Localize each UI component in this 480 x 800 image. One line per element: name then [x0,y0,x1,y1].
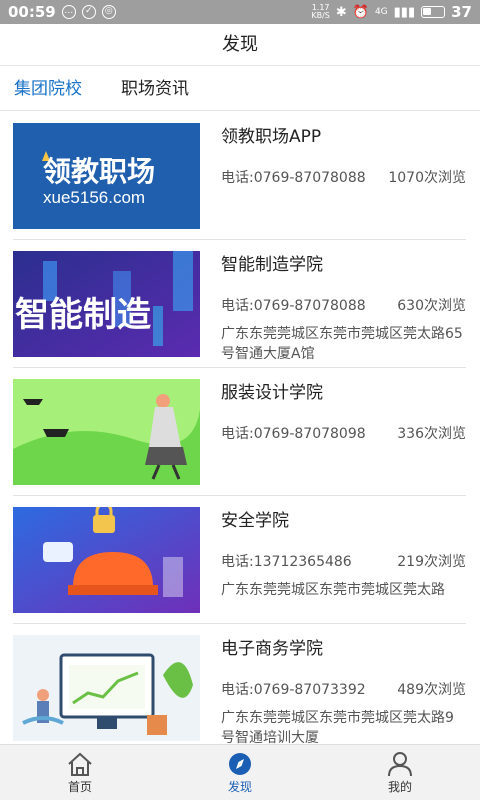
thumb-sub-text: xue5156.com [43,188,145,207]
item-title: 领教职场APP [221,127,322,147]
item-address: 广东东莞莞城区东莞市莞城区莞太路 [221,582,445,598]
bluetooth-icon: ✱ [335,4,347,20]
item-phone: 电话:13712365486 [221,554,352,570]
nav-discover[interactable]: 发现 [200,745,280,800]
smart-manufacturing-image: 智能制造 [13,251,200,357]
user-icon [388,752,412,777]
item-views: 489次浏览 [397,682,466,698]
item-views: 1070次浏览 [388,170,466,186]
item-phone: 电话:0769-87078088 [221,170,366,186]
item-thumbnail: 智能制造 [13,251,200,357]
tab-career-news[interactable]: 职场资讯 [121,67,189,111]
signal-icon: ▮▮▮ [393,4,416,20]
nav-discover-label: 发现 [227,780,252,794]
net-speed-unit: KB/S [311,11,330,20]
bottom-nav: 首页 发现 我的 [0,744,480,800]
thumb-main-text: 智能制造 [15,296,151,334]
home-icon [68,752,92,776]
item-views: 336次浏览 [397,426,466,442]
item-thumbnail [13,379,200,485]
nav-mine-label: 我的 [387,780,412,794]
item-title: 服装设计学院 [221,383,323,403]
list-item[interactable]: 服装设计学院 电话:0769-87078098 336次浏览 [0,368,480,496]
nav-mine[interactable]: 我的 [360,745,440,800]
page-title: 发现 [0,24,480,66]
ecommerce-image [13,635,200,741]
nav-home-label: 首页 [67,780,92,794]
item-views: 630次浏览 [397,298,466,314]
message-notification-icon: … [61,5,76,19]
item-title: 安全学院 [221,511,289,531]
status-bar: 00:59 … ✓ ◎ 1.17 KB/S ✱ ⏰ 4G ▮▮▮ 37 [0,0,480,24]
battery-level: 37 [451,3,472,21]
hotspot-notification-icon: ◎ [101,5,116,19]
tab-bar: 集团院校 职场资讯 [0,67,480,111]
status-time: 00:59 [8,3,56,21]
check-notification-icon: ✓ [81,5,96,19]
item-views: 219次浏览 [397,554,466,570]
battery-icon [421,6,446,18]
status-right: 1.17 KB/S ✱ ⏰ 4G ▮▮▮ 37 [311,3,472,21]
status-left: 00:59 … ✓ ◎ [8,3,116,21]
item-title: 智能制造学院 [221,255,323,275]
item-address: 广东东莞莞城区东莞市莞城区莞太路9号智通培训大厦 [221,710,454,744]
list-item[interactable]: 电子商务学院 电话:0769-87073392 489次浏览 广东东莞莞城区东莞… [0,624,480,744]
compass-icon [229,753,251,775]
nav-home[interactable]: 首页 [40,745,120,800]
item-phone: 电话:0769-87078088 [221,298,366,314]
net-speed: 1.17 KB/S [311,4,330,20]
item-thumbnail [13,507,200,613]
item-thumbnail [13,635,200,741]
thumb-main-text: 领教职场 [43,155,155,187]
safety-college-image [13,507,200,613]
item-phone: 电话:0769-87073392 [221,682,366,698]
item-thumbnail: 领教职场 xue5156.com [13,123,200,229]
item-address: 广东东莞莞城区东莞市莞城区莞太路65号智通大厦A馆 [221,326,463,362]
tab-group-schools[interactable]: 集团院校 [14,67,82,111]
item-title: 电子商务学院 [221,639,323,659]
item-phone: 电话:0769-87078098 [221,426,366,442]
list-item[interactable]: 安全学院 电话:13712365486 219次浏览 广东东莞莞城区东莞市莞城区… [0,496,480,624]
signal-label: 4G [374,7,388,17]
fashion-design-image [13,379,200,485]
alarm-icon: ⏰ [352,4,369,20]
list-item[interactable]: 领教职场 xue5156.com 领教职场APP 电话:0769-8707808… [0,112,480,240]
school-list: 领教职场 xue5156.com 领教职场APP 电话:0769-8707808… [0,112,480,744]
list-item[interactable]: 智能制造 智能制造学院 电话:0769-87078088 630次浏览 广东东莞… [0,240,480,368]
brand-logo-image: 领教职场 xue5156.com [13,123,200,229]
